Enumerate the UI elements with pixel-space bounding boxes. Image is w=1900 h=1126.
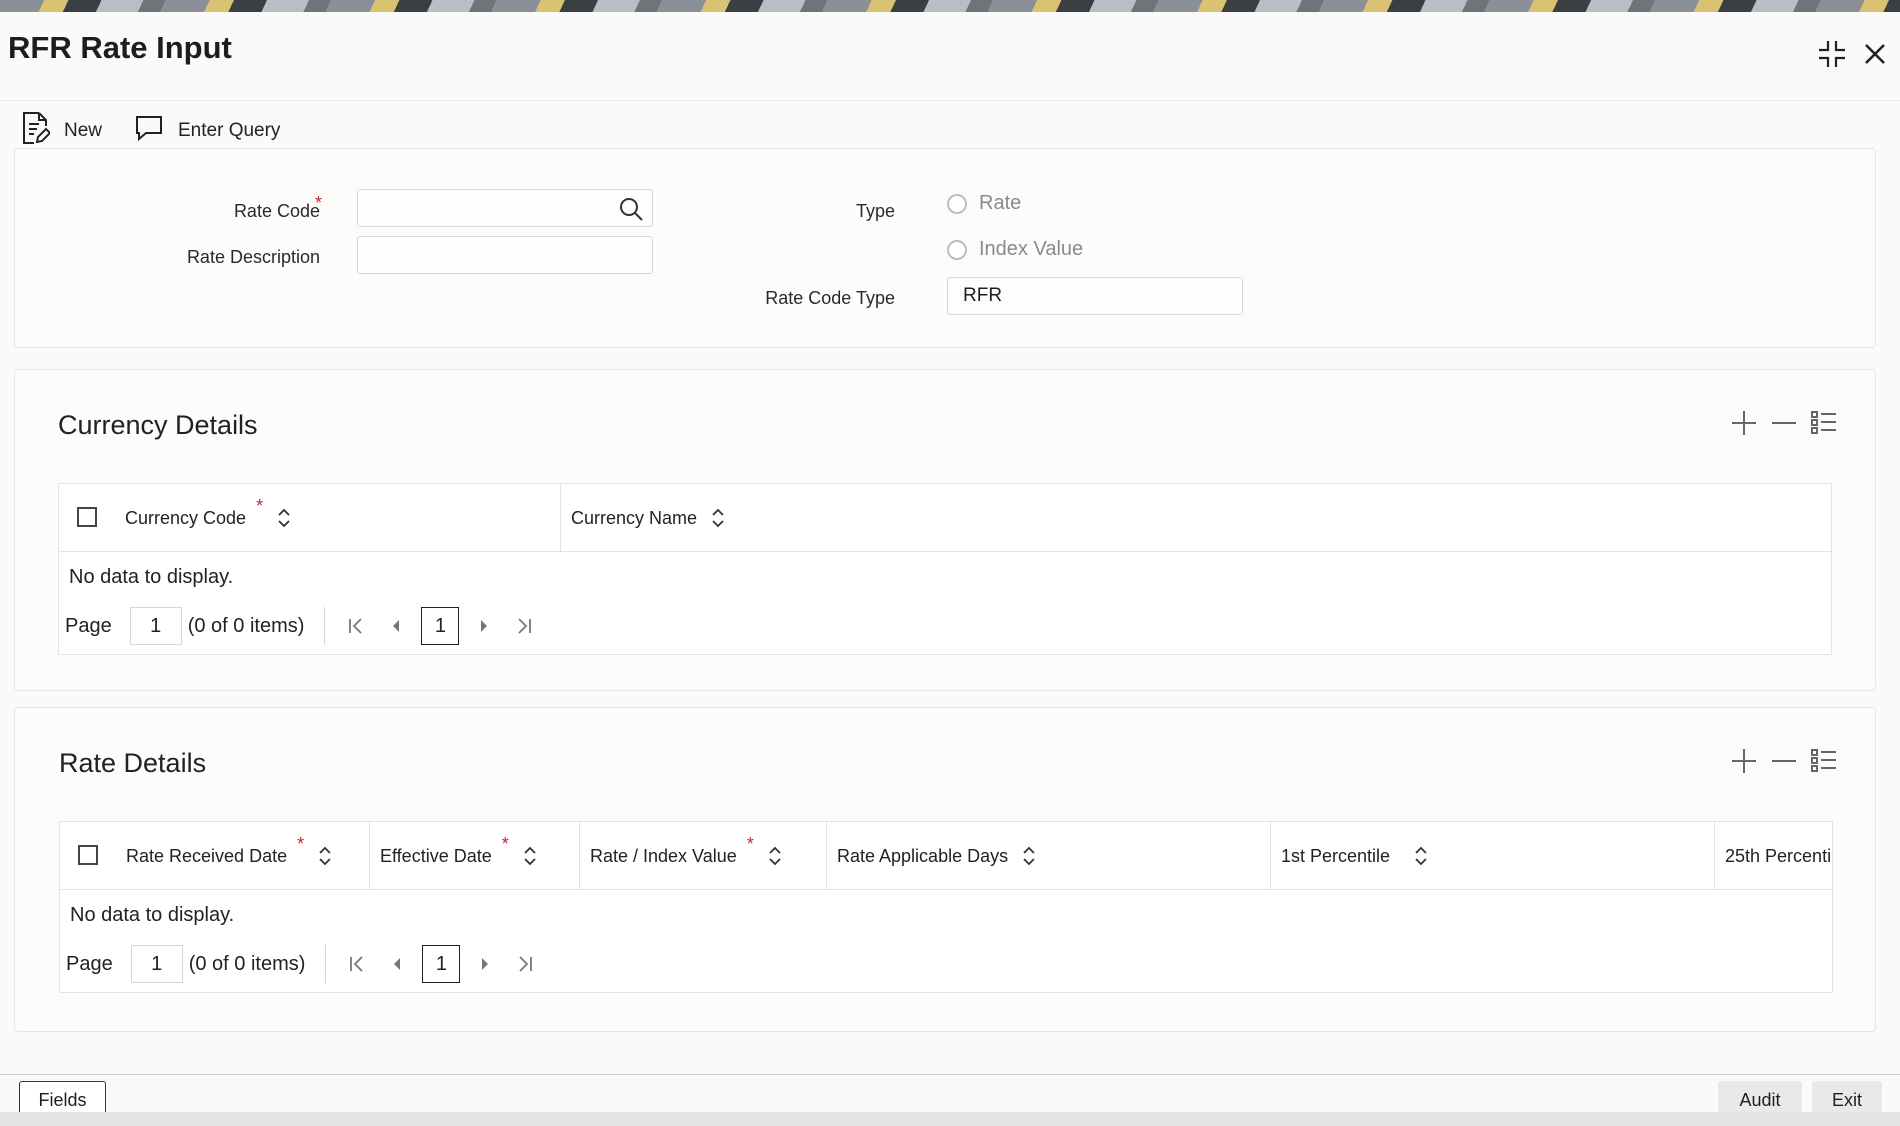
radio-rate-label: Rate <box>979 192 1022 214</box>
col-currency-name[interactable]: Currency Name <box>561 484 1833 552</box>
sort-updown-icon[interactable] <box>1414 846 1428 866</box>
currency-grid-actions <box>1729 408 1839 438</box>
rate-code-type-field[interactable]: RFR <box>947 277 1243 315</box>
rfr-rate-input-window: RFR Rate Input New Enter Query Rate Code… <box>0 12 1900 1124</box>
decorative-banner <box>0 0 1900 12</box>
search-icon[interactable] <box>618 196 644 228</box>
col-25th-percentile[interactable]: 25th Percenti <box>1715 822 1833 890</box>
first-page-icon[interactable] <box>341 611 371 641</box>
sort-updown-icon[interactable] <box>523 846 537 866</box>
currency-grid: Currency Code * Currency Name No data to… <box>58 483 1832 655</box>
plus-icon[interactable] <box>1729 746 1759 776</box>
items-count: (0 of 0 items) <box>187 614 305 637</box>
select-all-checkbox[interactable] <box>78 845 98 865</box>
items-count: (0 of 0 items) <box>188 952 306 975</box>
type-radio-rate[interactable]: Rate <box>947 192 1021 215</box>
rate-description-label: Rate Description <box>186 247 320 267</box>
enter-query-label: Enter Query <box>178 120 281 141</box>
new-button[interactable]: New <box>20 111 103 151</box>
currency-details-panel: Currency Details Currency Code * Currenc… <box>14 369 1876 691</box>
minus-icon[interactable] <box>1769 746 1799 776</box>
current-page[interactable]: 1 <box>421 607 460 645</box>
col-1st-percentile[interactable]: 1st Percentile <box>1271 822 1715 890</box>
list-columns-icon[interactable] <box>1809 746 1839 776</box>
rate-details-panel: Rate Details Rate Received Date * Effect… <box>14 707 1876 1032</box>
col-rate-index-value[interactable]: Rate / Index Value * <box>580 822 827 890</box>
rate-grid-header: Rate Received Date * Effective Date * Ra… <box>60 822 1832 890</box>
bottom-strip <box>0 1112 1900 1126</box>
sort-updown-icon[interactable] <box>1022 846 1036 866</box>
title-bar: RFR Rate Input <box>0 12 1900 88</box>
sort-updown-icon[interactable] <box>711 508 725 528</box>
prev-page-icon[interactable] <box>382 949 412 979</box>
col-currency-code[interactable]: Currency Code * <box>115 484 561 552</box>
currency-details-title: Currency Details <box>58 410 258 440</box>
required-marker: * <box>501 833 509 854</box>
currency-pager: Page 1 (0 of 0 items) 1 <box>65 607 539 645</box>
page-number-input[interactable]: 1 <box>130 945 183 983</box>
pager-navigation: 1 <box>324 607 539 645</box>
list-columns-icon[interactable] <box>1809 408 1839 438</box>
currency-grid-header: Currency Code * Currency Name <box>59 484 1831 552</box>
col-rate-received-date[interactable]: Rate Received Date * <box>116 822 370 890</box>
sort-updown-icon[interactable] <box>768 846 782 866</box>
new-label: New <box>64 120 103 141</box>
type-label: Type <box>855 201 895 221</box>
speech-bubble-icon <box>134 114 164 148</box>
page-label: Page <box>66 952 113 975</box>
rate-grid: Rate Received Date * Effective Date * Ra… <box>59 821 1833 993</box>
page-number-input[interactable]: 1 <box>129 607 182 645</box>
sort-updown-icon[interactable] <box>318 846 332 866</box>
radio-icon <box>947 239 967 260</box>
required-marker: * <box>256 495 264 516</box>
last-page-icon[interactable] <box>509 611 539 641</box>
col-rate-applicable-days[interactable]: Rate Applicable Days <box>827 822 1271 890</box>
last-page-icon[interactable] <box>510 949 540 979</box>
rate-code-type-label: Rate Code Type <box>765 288 895 308</box>
next-page-icon[interactable] <box>470 949 500 979</box>
page-label: Page <box>65 614 112 637</box>
rate-description-field[interactable] <box>357 236 653 274</box>
no-data-text: No data to display. <box>69 566 234 588</box>
no-data-text: No data to display. <box>70 904 235 926</box>
current-page[interactable]: 1 <box>422 945 461 983</box>
prev-page-icon[interactable] <box>381 611 411 641</box>
close-icon[interactable] <box>1855 34 1895 74</box>
type-radio-index-value[interactable]: Index Value <box>947 238 1083 261</box>
header-panel: Rate Code * Rate Description Type Rate I… <box>14 148 1876 348</box>
required-marker: * <box>746 833 754 854</box>
required-marker: * <box>315 193 323 213</box>
rate-code-label: Rate Code <box>233 201 320 221</box>
col-effective-date[interactable]: Effective Date * <box>370 822 580 890</box>
rate-pager: Page 1 (0 of 0 items) 1 <box>66 945 540 983</box>
radio-index-value-label: Index Value <box>979 238 1084 260</box>
radio-icon <box>947 193 967 214</box>
select-all-checkbox[interactable] <box>77 507 97 527</box>
minus-icon[interactable] <box>1769 408 1799 438</box>
required-marker: * <box>297 833 305 854</box>
plus-icon[interactable] <box>1729 408 1759 438</box>
enter-query-button[interactable]: Enter Query <box>134 113 280 149</box>
first-page-icon[interactable] <box>342 949 372 979</box>
pager-navigation: 1 <box>325 945 540 983</box>
next-page-icon[interactable] <box>469 611 499 641</box>
rate-grid-actions <box>1729 746 1839 776</box>
rate-code-field[interactable] <box>357 189 653 227</box>
rate-details-title: Rate Details <box>59 748 207 778</box>
sort-updown-icon[interactable] <box>277 508 291 528</box>
collapse-icon[interactable] <box>1812 34 1852 74</box>
page-title: RFR Rate Input <box>8 30 232 65</box>
document-edit-icon <box>20 111 52 151</box>
